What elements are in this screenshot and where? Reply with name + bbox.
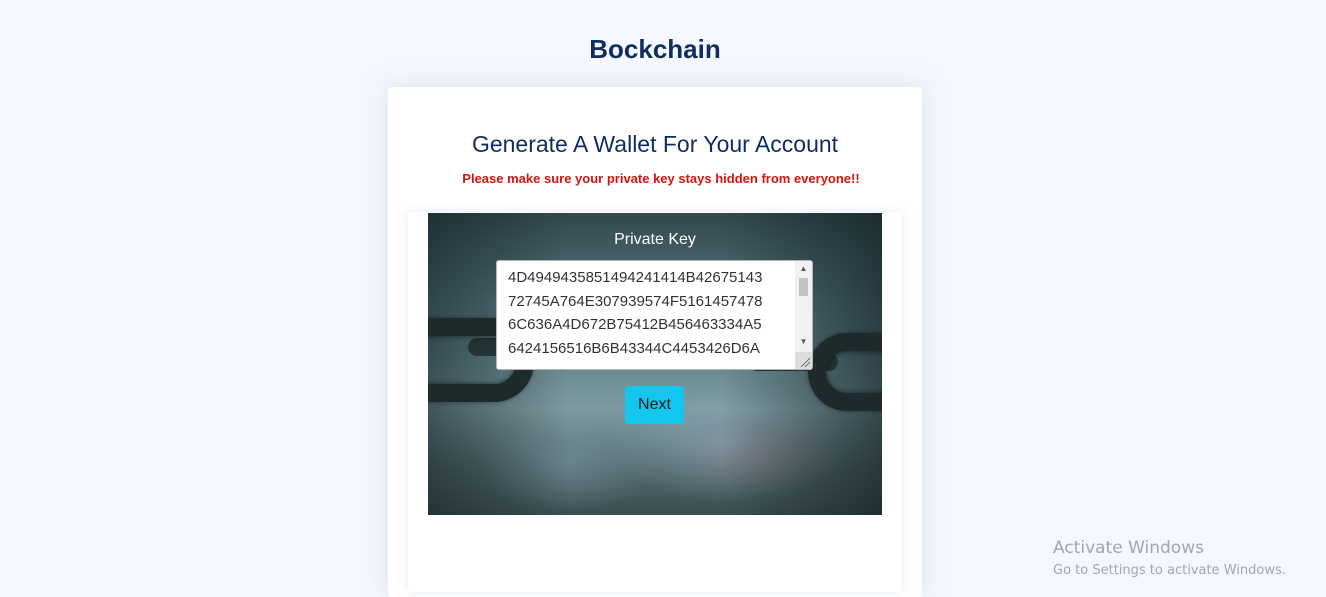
chain-link [808, 333, 882, 411]
private-key-line: 72745A764E307939574F5161457478 [508, 292, 763, 310]
private-key-label: Private Key [614, 231, 696, 248]
private-key-line: 6C636A4D672B75412B456463334A5 [508, 316, 762, 333]
warning-text: Please make sure your private key stays … [462, 171, 860, 186]
watermark-title: Activate Windows [1053, 538, 1204, 558]
next-button[interactable]: Next [625, 386, 684, 424]
watermark-subtitle: Go to Settings to activate Windows. [1053, 563, 1286, 578]
private-key-line: 4D4949435851494241414B42675143 [508, 269, 763, 286]
private-key-line: 6424156516B6B43344C4453426D6A [508, 339, 760, 357]
private-key-textarea[interactable]: 4D4949435851494241414B42675143 72745A764… [496, 260, 813, 370]
triangle-up-icon[interactable]: ▲ [795, 262, 812, 276]
triangle-down-icon[interactable]: ▼ [795, 335, 812, 349]
activate-windows-watermark: Activate Windows Go to Settings to activ… [1053, 538, 1286, 583]
private-key-text[interactable]: 4D4949435851494241414B42675143 72745A764… [508, 266, 796, 360]
resize-grip-icon[interactable] [795, 352, 812, 369]
app-title: Bockchain [589, 34, 721, 64]
page-heading: Generate A Wallet For Your Account [471, 131, 839, 157]
scroll-thumb[interactable] [799, 278, 808, 296]
